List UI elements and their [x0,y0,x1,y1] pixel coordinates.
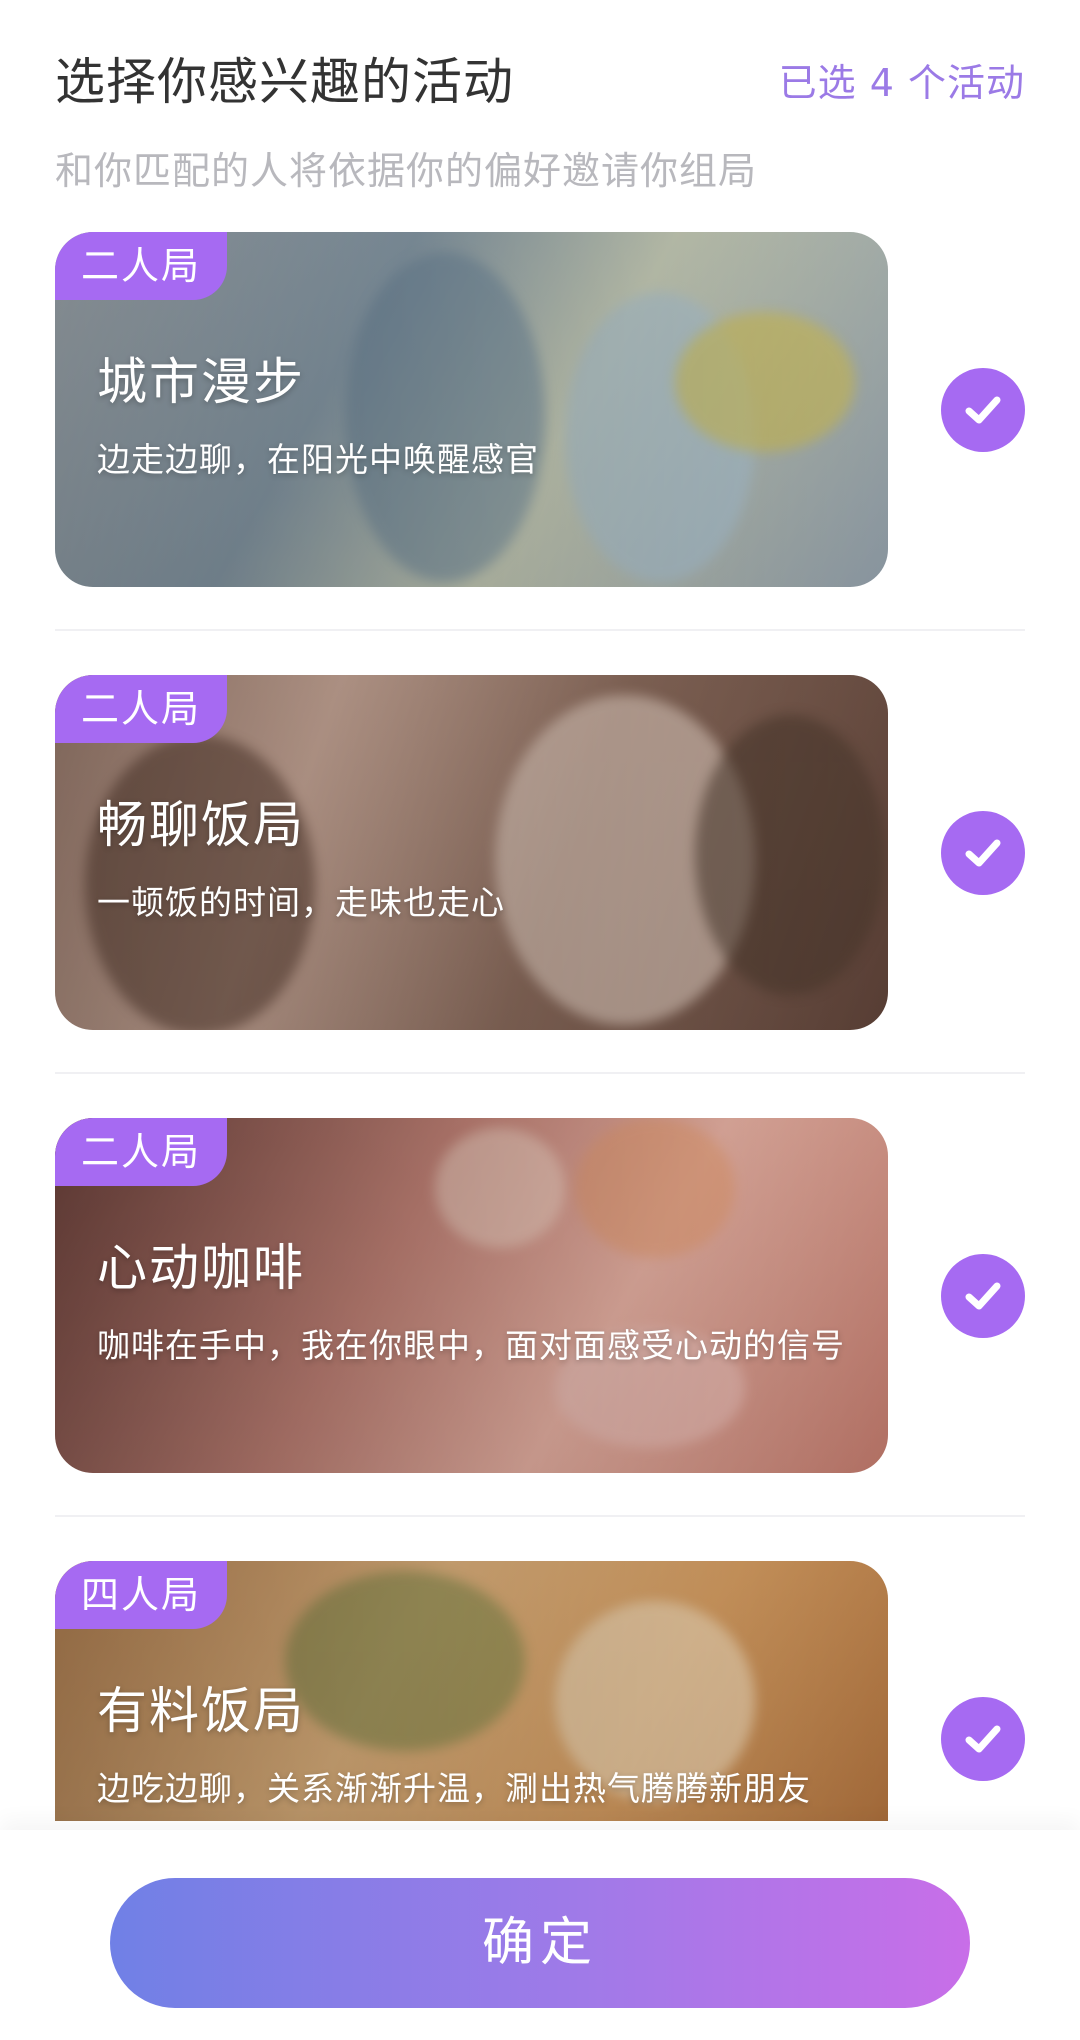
activity-title: 心动咖啡 [97,1239,305,1297]
activity-description: 咖啡在手中，我在你眼中，面对面感受心动的信号 [97,1326,845,1365]
checkmark-icon [965,839,1001,867]
activity-card-city-walk[interactable]: 二人局 城市漫步 边走边聊，在阳光中唤醒感官 [55,232,888,587]
activity-title: 城市漫步 [97,353,305,411]
activity-selection-page: 选择你感兴趣的活动 已选 4 个活动 和你匹配的人将依据你的偏好邀请你组局 二人… [0,0,1080,2040]
selected-check-icon[interactable] [941,368,1025,452]
activity-card-hotpot-party[interactable]: 四人局 有料饭局 边吃边聊，关系渐渐升温，涮出热气腾腾新朋友 [55,1561,888,1821]
activity-row: 二人局 畅聊饭局 一顿饭的时间，走味也走心 [55,675,1025,1074]
activity-title: 畅聊饭局 [97,796,305,854]
page-subtitle: 和你匹配的人将依据你的偏好邀请你组局 [55,149,758,193]
divider [55,629,1025,631]
selected-check-icon[interactable] [941,1697,1025,1781]
header: 选择你感兴趣的活动 已选 4 个活动 [55,38,1025,118]
selected-check-icon[interactable] [941,811,1025,895]
activity-row: 二人局 心动咖啡 咖啡在手中，我在你眼中，面对面感受心动的信号 [55,1118,1025,1517]
checkmark-icon [965,396,1001,424]
selected-count: 已选 4 个活动 [778,61,1025,105]
activity-description: 边吃边聊，关系渐渐升温，涮出热气腾腾新朋友 [97,1769,811,1808]
activity-description: 边走边聊，在阳光中唤醒感官 [97,440,539,479]
confirm-button[interactable]: 确定 [110,1878,970,2008]
activity-description: 一顿饭的时间，走味也走心 [97,883,505,922]
checkmark-icon [965,1725,1001,1753]
selected-check-icon[interactable] [941,1254,1025,1338]
activity-title: 有料饭局 [97,1682,305,1740]
page-title: 选择你感兴趣的活动 [55,53,514,111]
checkmark-icon [965,1282,1001,1310]
activity-list: 二人局 城市漫步 边走边聊，在阳光中唤醒感官 二人局 畅聊饭局 一顿饭的时间，走… [0,232,1080,2040]
activity-tag: 二人局 [55,675,227,743]
activity-card-coffee[interactable]: 二人局 心动咖啡 咖啡在手中，我在你眼中，面对面感受心动的信号 [55,1118,888,1473]
activity-tag: 四人局 [55,1561,227,1629]
divider [55,1072,1025,1074]
activity-row: 二人局 城市漫步 边走边聊，在阳光中唤醒感官 [55,232,1025,631]
activity-tag: 二人局 [55,1118,227,1186]
divider [55,1515,1025,1517]
footer-bar: 确定 [0,1830,1080,2040]
activity-row: 四人局 有料饭局 边吃边聊，关系渐渐升温，涮出热气腾腾新朋友 [55,1561,1025,1821]
activity-card-dinner-chat[interactable]: 二人局 畅聊饭局 一顿饭的时间，走味也走心 [55,675,888,1030]
activity-tag: 二人局 [55,232,227,300]
